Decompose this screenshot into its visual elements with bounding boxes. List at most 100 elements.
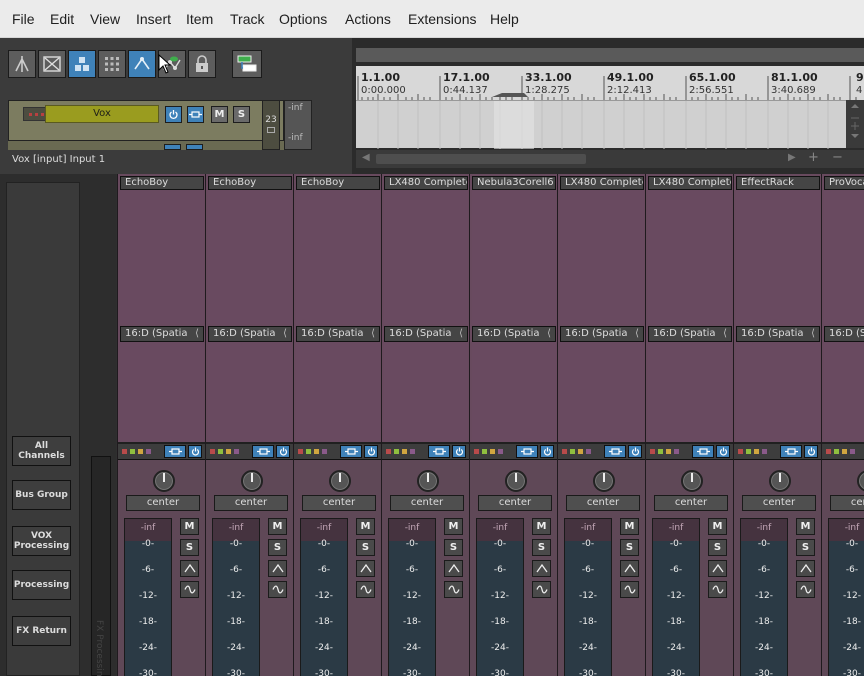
menu-help[interactable]: Help [490, 11, 519, 27]
volume-meter[interactable]: -inf -0- -6- -12- -18- -24- -30- [652, 518, 700, 676]
mixer-channel-strip[interactable]: EffectRack 16:D (Spatia ⟨ center -inf -0- -6- -… [733, 174, 822, 676]
fx-slot-area[interactable] [384, 190, 468, 324]
menu-edit[interactable]: Edit [50, 11, 74, 27]
mixer-channel-strip[interactable]: LX480 Complete 16:D (Spatia ⟨ center -inf -0-… [381, 174, 470, 676]
mute-button[interactable]: M [620, 518, 639, 535]
mixer-channel-strip[interactable]: EchoBoy 16:D (Spatia ⟨ center -inf -0- -6- -12-… [117, 174, 206, 676]
send-area[interactable] [560, 342, 644, 442]
automation-button[interactable] [180, 581, 199, 598]
fx-slot-1[interactable]: LX480 Complete [560, 176, 644, 190]
vertical-scrollbar[interactable] [846, 100, 864, 148]
fx-slot-2[interactable]: 16:D (Spatia⟨ [472, 326, 556, 342]
phase-invert-button[interactable] [356, 560, 375, 577]
solo-button[interactable]: S [532, 539, 551, 556]
menu-options[interactable]: Options [279, 11, 327, 27]
mixer-channel-strip[interactable]: LX480 Complete 16:D (Spatia ⟨ center -inf -0-… [557, 174, 646, 676]
menu-track[interactable]: Track [230, 11, 264, 27]
fx-remove-icon[interactable]: ⟨ [547, 327, 551, 341]
routing-button[interactable] [604, 445, 626, 458]
mixer-channel-strip[interactable]: ProVoca 16:D (Spatia⟨ center -inf-0- -6- -12-… [821, 174, 864, 676]
automation-button[interactable] [356, 581, 375, 598]
ripple-edit-button[interactable] [8, 50, 36, 78]
fx-bypass-button[interactable] [276, 445, 290, 458]
fx-bypass-button[interactable] [540, 445, 554, 458]
solo-button[interactable]: S [444, 539, 463, 556]
fx-bypass-button[interactable] [188, 445, 202, 458]
scroll-thumb[interactable] [376, 154, 586, 164]
automation-button[interactable] [708, 581, 727, 598]
pan-value[interactable]: center [566, 495, 640, 511]
fx-slot-area[interactable] [648, 190, 732, 324]
fx-slot-2[interactable]: 16:D (Spatia⟨ [560, 326, 644, 342]
routing-button[interactable] [252, 445, 274, 458]
snap-button[interactable] [68, 50, 96, 78]
phase-invert-button[interactable] [444, 560, 463, 577]
fx-bypass-button[interactable] [716, 445, 730, 458]
fx-return-button[interactable]: FX Return [12, 616, 71, 646]
routing-matrix-button[interactable] [232, 50, 262, 78]
solo-button[interactable]: S [356, 539, 375, 556]
fx-slot-area[interactable] [120, 190, 204, 324]
fx-bypass-button[interactable] [804, 445, 818, 458]
solo-button[interactable]: S [268, 539, 287, 556]
marker-lane[interactable] [356, 48, 864, 62]
mute-button[interactable]: M [708, 518, 727, 535]
send-area[interactable] [384, 342, 468, 442]
menu-insert[interactable]: Insert [136, 11, 171, 27]
auto-crossfade-button[interactable] [128, 50, 156, 78]
pan-value[interactable]: center [390, 495, 464, 511]
phase-invert-button[interactable] [796, 560, 815, 577]
mute-button[interactable]: M [180, 518, 199, 535]
fx-slot-1[interactable]: LX480 Complete [384, 176, 468, 190]
solo-button[interactable]: S [796, 539, 815, 556]
mixer-channel-strip[interactable]: LX480 Complete 16:D (Spatia ⟨ center -inf -0-… [645, 174, 734, 676]
fx-remove-icon[interactable]: ⟨ [723, 327, 727, 341]
track-lane[interactable] [356, 100, 864, 149]
scroll-left-icon[interactable]: ◀ [362, 152, 370, 163]
volume-meter[interactable]: -inf -0- -6- -12- -18- -24- -30- [300, 518, 348, 676]
menu-file[interactable]: File [12, 11, 35, 27]
horizontal-scrollbar[interactable]: ◀ ▶ + − [356, 150, 864, 168]
vox-processing-button[interactable]: VOX Processing [12, 526, 71, 556]
volume-meter[interactable]: -inf -0- -6- -12- -18- -24- -30- [828, 518, 864, 676]
pan-knob[interactable] [417, 470, 439, 492]
mute-button[interactable]: M [532, 518, 551, 535]
phase-invert-button[interactable] [268, 560, 287, 577]
zoom-in-icon[interactable]: + [808, 150, 819, 165]
pan-value[interactable]: center [126, 495, 200, 511]
mute-button[interactable]: M [796, 518, 815, 535]
fx-slot-1[interactable]: EchoBoy [120, 176, 204, 190]
send-area[interactable] [472, 342, 556, 442]
routing-button[interactable] [164, 445, 186, 458]
pan-knob[interactable] [329, 470, 351, 492]
track-mute-button[interactable]: M [211, 106, 228, 123]
volume-meter[interactable]: -inf -0- -6- -12- -18- -24- -30- [124, 518, 172, 676]
fx-slot-2[interactable]: 16:D (Spatia⟨ [384, 326, 468, 342]
mute-button[interactable]: M [444, 518, 463, 535]
automation-button[interactable] [444, 581, 463, 598]
fx-slot-2[interactable]: 16:D (Spatia⟨ [824, 326, 864, 342]
pan-value[interactable]: center [478, 495, 552, 511]
mixer-channel-strip[interactable]: Nebula3Corell6 16:D (Spatia ⟨ center -inf -0-… [469, 174, 558, 676]
pan-knob[interactable] [857, 470, 864, 492]
fx-slot-1[interactable]: EchoBoy [296, 176, 380, 190]
solo-button[interactable]: S [180, 539, 199, 556]
send-area[interactable] [120, 342, 204, 442]
volume-meter[interactable]: -inf -0- -6- -12- -18- -24- -30- [388, 518, 436, 676]
grid-button[interactable] [98, 50, 126, 78]
volume-meter[interactable]: -inf -0- -6- -12- -18- -24- -30- [212, 518, 260, 676]
fx-bypass-button[interactable] [452, 445, 466, 458]
pan-value[interactable]: center [654, 495, 728, 511]
track-solo-button[interactable]: S [233, 106, 250, 123]
send-area[interactable] [824, 342, 864, 442]
fx-bypass-button[interactable] [364, 445, 378, 458]
fx-remove-icon[interactable]: ⟨ [371, 327, 375, 341]
fx-slot-area[interactable] [824, 190, 864, 324]
fx-slot-area[interactable] [560, 190, 644, 324]
fx-remove-icon[interactable]: ⟨ [811, 327, 815, 341]
automation-button[interactable] [532, 581, 551, 598]
send-area[interactable] [296, 342, 380, 442]
mixer-channel-strip[interactable]: EchoBoy 16:D (Spatia ⟨ center -inf -0- -6- -12-… [205, 174, 294, 676]
fx-remove-icon[interactable]: ⟨ [283, 327, 287, 341]
phase-invert-button[interactable] [620, 560, 639, 577]
